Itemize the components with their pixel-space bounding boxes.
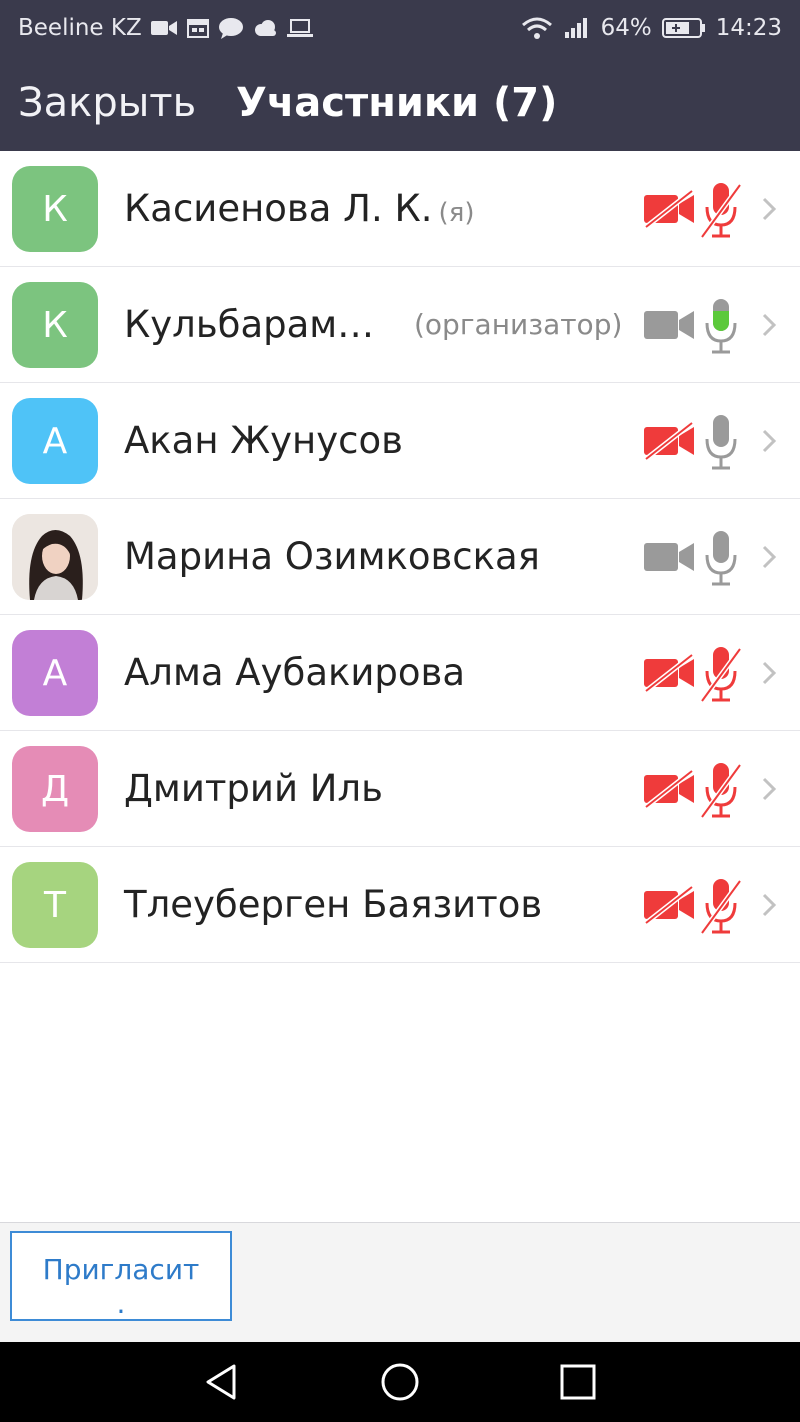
avatar-initial: Т bbox=[44, 884, 66, 926]
home-icon[interactable] bbox=[380, 1362, 420, 1402]
avatar-initial: Д bbox=[40, 768, 70, 810]
avatar: К bbox=[12, 282, 98, 368]
chevron-right-icon bbox=[758, 771, 782, 807]
back-icon[interactable] bbox=[202, 1362, 242, 1402]
mic-muted-icon[interactable] bbox=[699, 877, 743, 935]
signal-icon bbox=[563, 16, 591, 40]
system-nav-bar bbox=[0, 1342, 800, 1422]
chevron-right-icon bbox=[758, 655, 782, 691]
bottom-toolbar: Пригласит . bbox=[0, 1222, 800, 1342]
video-off-icon[interactable] bbox=[642, 653, 696, 693]
calendar-notification-icon bbox=[186, 17, 210, 39]
participant-list: К Касиенова Л. К. (я) К Кульбарам… (орган… bbox=[0, 151, 800, 963]
chevron-right-icon bbox=[758, 191, 782, 227]
chat-notification-icon bbox=[218, 17, 244, 39]
avatar: А bbox=[12, 398, 98, 484]
avatar-initial: К bbox=[42, 188, 68, 230]
avatar: А bbox=[12, 630, 98, 716]
chevron-right-icon bbox=[758, 423, 782, 459]
mic-on-icon[interactable] bbox=[700, 529, 742, 587]
participant-tag: (я) bbox=[438, 198, 475, 228]
avatar-initial: А bbox=[42, 652, 68, 694]
video-on-icon[interactable] bbox=[642, 537, 696, 577]
chevron-right-icon bbox=[758, 307, 782, 343]
chevron-right-icon bbox=[758, 887, 782, 923]
invite-button-label: Пригласит bbox=[42, 1253, 200, 1286]
participant-name: Алма Аубакирова bbox=[124, 651, 466, 694]
mic-speaking-icon[interactable] bbox=[700, 297, 742, 355]
participant-row[interactable]: К Касиенова Л. К. (я) bbox=[0, 151, 800, 267]
participant-name: Тлеуберген Баязитов bbox=[124, 883, 543, 926]
battery-percent: 64% bbox=[600, 15, 652, 41]
avatar-initial: А bbox=[42, 420, 68, 462]
carrier-name: Beeline KZ bbox=[18, 15, 142, 41]
participant-row[interactable]: Т Тлеуберген Баязитов bbox=[0, 847, 800, 963]
close-button[interactable]: Закрыть bbox=[18, 56, 196, 151]
participant-tag: (организатор) bbox=[414, 308, 623, 341]
participant-name: Кульбарам… bbox=[124, 303, 375, 346]
participant-row[interactable]: Марина Озимковская bbox=[0, 499, 800, 615]
video-off-icon[interactable] bbox=[642, 189, 696, 229]
invite-button[interactable]: Пригласит . bbox=[10, 1231, 232, 1321]
avatar-initial: К bbox=[42, 304, 68, 346]
clock: 14:23 bbox=[715, 15, 782, 41]
video-on-icon[interactable] bbox=[642, 305, 696, 345]
participant-name-line: Касиенова Л. К. (я) bbox=[124, 151, 474, 267]
cloud-notification-icon bbox=[252, 19, 278, 37]
invite-button-label-overflow: . bbox=[116, 1287, 126, 1320]
participant-row[interactable]: Д Дмитрий Иль bbox=[0, 731, 800, 847]
video-notification-icon bbox=[150, 18, 178, 38]
participant-row[interactable]: А Акан Жунусов bbox=[0, 383, 800, 499]
page-title: Участники (7) bbox=[236, 80, 558, 126]
wifi-icon bbox=[521, 16, 553, 40]
video-off-icon[interactable] bbox=[642, 885, 696, 925]
laptop-notification-icon bbox=[286, 18, 314, 38]
mic-on-icon[interactable] bbox=[700, 413, 742, 471]
participant-row[interactable]: К Кульбарам… (организатор) bbox=[0, 267, 800, 383]
video-off-icon[interactable] bbox=[642, 769, 696, 809]
avatar: К bbox=[12, 166, 98, 252]
mic-muted-icon[interactable] bbox=[699, 181, 743, 239]
mic-muted-icon[interactable] bbox=[699, 761, 743, 819]
participant-name: Акан Жунусов bbox=[124, 419, 403, 462]
recents-icon[interactable] bbox=[558, 1362, 598, 1402]
video-off-icon[interactable] bbox=[642, 421, 696, 461]
avatar: Д bbox=[12, 746, 98, 832]
avatar: Т bbox=[12, 862, 98, 948]
participant-name: Касиенова Л. К. bbox=[124, 187, 433, 230]
avatar-photo bbox=[12, 514, 98, 600]
participant-name: Марина Озимковская bbox=[124, 535, 540, 578]
participant-row[interactable]: А Алма Аубакирова bbox=[0, 615, 800, 731]
participant-name: Дмитрий Иль bbox=[124, 767, 383, 810]
chevron-right-icon bbox=[758, 539, 782, 575]
app-header: Закрыть Участники (7) bbox=[0, 56, 800, 151]
battery-charging-icon bbox=[661, 17, 706, 39]
mic-muted-icon[interactable] bbox=[699, 645, 743, 703]
status-bar: Beeline KZ 64% 14:23 bbox=[0, 0, 800, 56]
